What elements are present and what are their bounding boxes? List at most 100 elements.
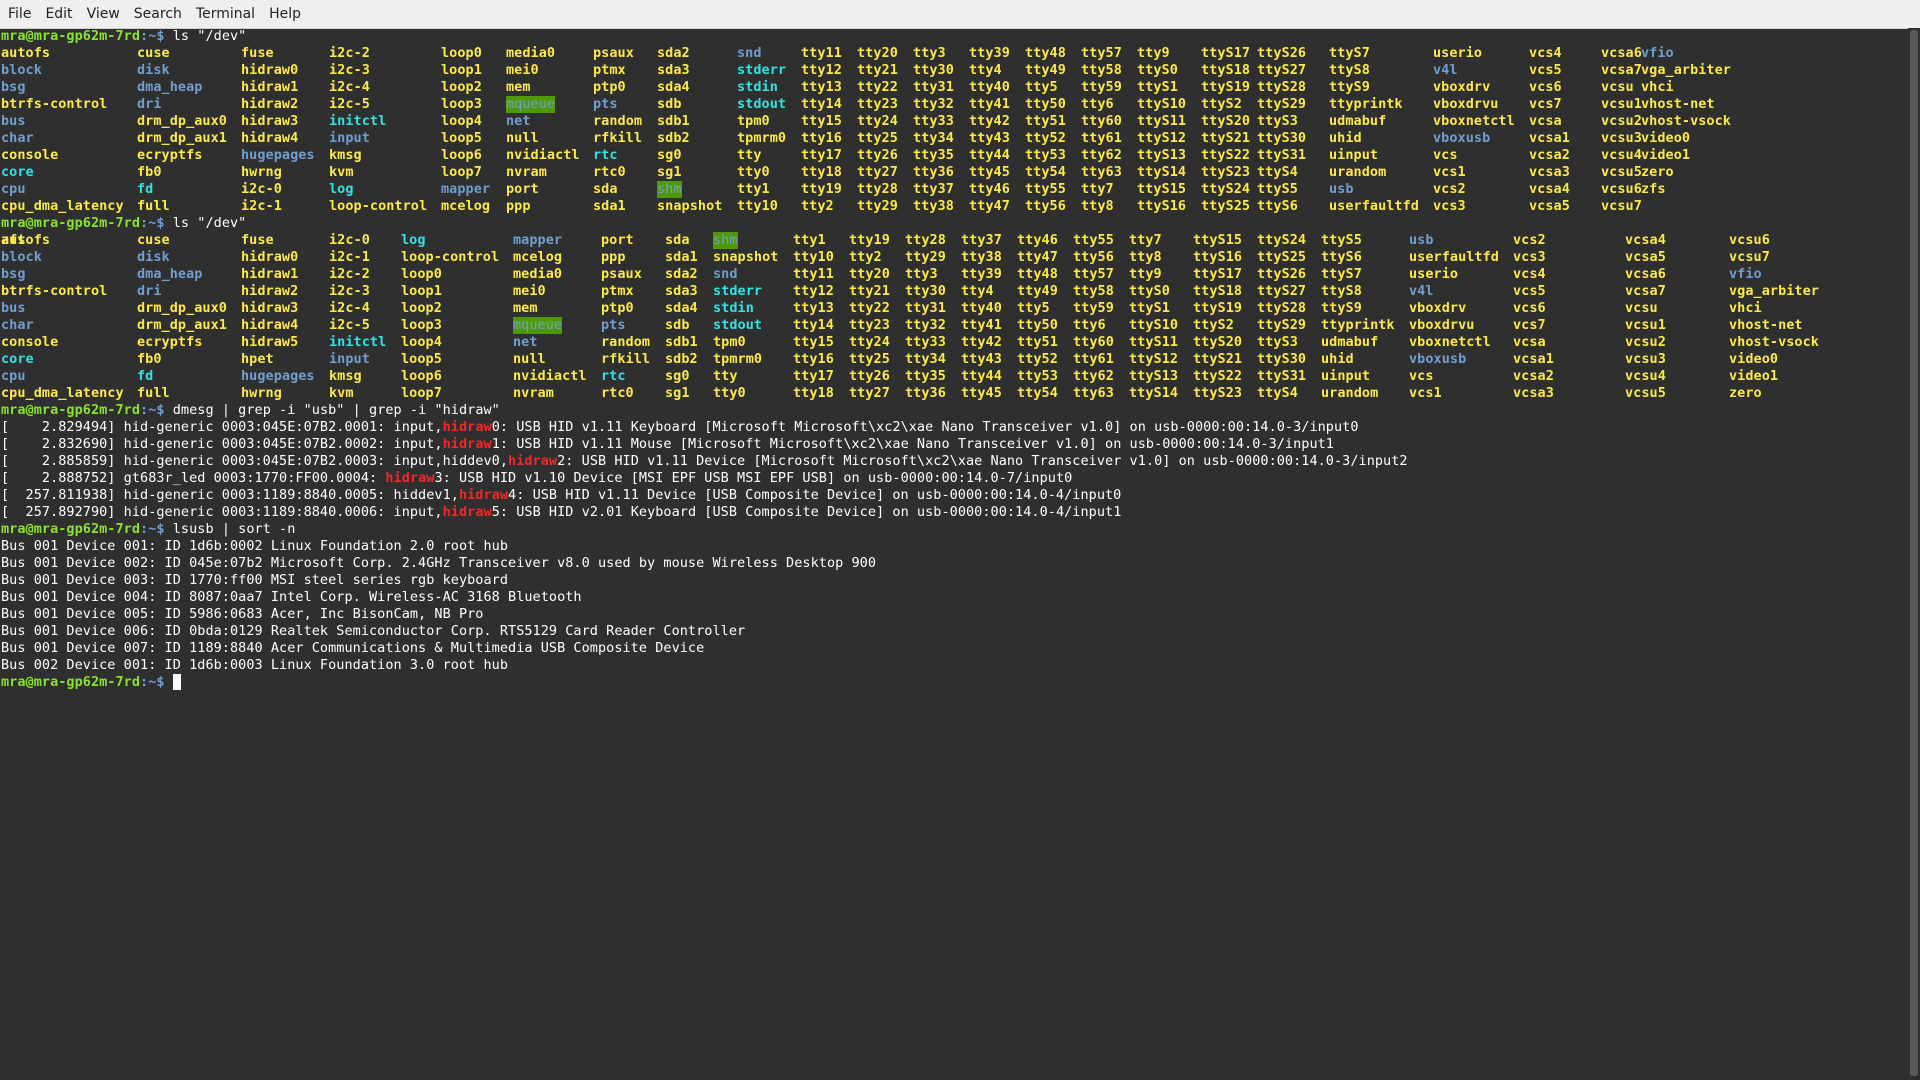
dev-entry: tty50	[1025, 96, 1066, 112]
dev-entry: tty16	[801, 130, 842, 146]
dev-entry: ptmx	[593, 62, 626, 78]
dev-entry: mqueue	[513, 317, 563, 334]
dev-entry: ttyS10	[1137, 96, 1187, 112]
dev-entry: vcs4	[1529, 45, 1562, 61]
dev-entry: sdb1	[665, 334, 698, 350]
dev-entry: i2c-1	[241, 198, 282, 214]
dev-entry: tty13	[801, 79, 842, 95]
dev-entry: dri	[137, 283, 162, 299]
dev-entry: vcs4	[1513, 266, 1546, 282]
terminal-output[interactable]: mra@mra-gp62m-7rd:~$ ls "/dev" autofs cus…	[1, 28, 1907, 1080]
dev-entry: tty41	[961, 317, 1002, 333]
prompt-line-active[interactable]: mra@mra-gp62m-7rd:~$	[1, 674, 1907, 691]
dev-entry: ttyS3	[1257, 113, 1298, 129]
dev-entry: urandom	[1321, 385, 1379, 401]
dev-entry: ttyS31	[1257, 147, 1307, 163]
dev-entry: char	[1, 130, 34, 146]
dev-entry: kvm	[329, 385, 354, 401]
dev-entry: ttyS5	[1321, 232, 1362, 248]
dev-entry: tty8	[1081, 198, 1114, 214]
dev-entry: tty	[713, 368, 738, 384]
dev-entry: ttyS19	[1201, 79, 1251, 95]
dev-entry: input	[329, 351, 370, 367]
dev-entry: ttyS9	[1321, 300, 1362, 316]
dev-entry: vcsa4	[1625, 232, 1666, 248]
dev-entry: vcsu7	[1729, 249, 1770, 265]
dev-entry: tty41	[969, 96, 1010, 112]
prompt-line: mra@mra-gp62m-7rd:~$ ls "/dev"	[1, 215, 1907, 232]
menu-edit[interactable]: Edit	[38, 0, 79, 28]
dev-entry: tty34	[905, 351, 946, 367]
dmesg-text: 2: USB HID v1.11 Device [Microsoft Micro…	[557, 453, 1408, 469]
dev-entry: ttyS9	[1329, 79, 1370, 95]
dev-entry: tty55	[1025, 181, 1066, 197]
dev-entry: i2c-5	[329, 317, 370, 333]
dev-entry: drm_dp_aux0	[137, 113, 227, 129]
dev-entry: tty53	[1025, 147, 1066, 163]
menu-file[interactable]: File	[1, 0, 38, 28]
dev-entry: ttyS18	[1193, 283, 1243, 299]
dev-entry: vcs1	[1409, 385, 1442, 401]
dev-entry: tty3	[913, 45, 946, 61]
dev-entry: tty5	[1025, 79, 1058, 95]
dev-entry: vcsa1	[1529, 130, 1570, 146]
dev-entry: tty28	[857, 181, 898, 197]
dev-entry: initctl	[329, 113, 387, 129]
dev-entry: bus	[1, 300, 26, 316]
dev-entry: vcsu6	[1601, 181, 1642, 197]
dev-entry: vhci	[1729, 300, 1762, 316]
dev-entry: cpu_dma_latency	[1, 198, 124, 214]
dev-entry: drm_dp_aux1	[137, 317, 227, 333]
dev-entry: tty17	[801, 147, 842, 163]
dev-entry: tty42	[969, 113, 1010, 129]
dev-entry: kmsg	[329, 147, 362, 163]
dev-entry: snapshot	[713, 249, 779, 265]
menu-help[interactable]: Help	[262, 0, 308, 28]
dev-entry: psaux	[593, 45, 634, 61]
dev-entry: vcs7	[1513, 317, 1546, 333]
dev-entry: loop0	[441, 45, 482, 61]
dev-entry: drm_dp_aux0	[137, 300, 227, 316]
dev-entry: userio	[1409, 266, 1459, 282]
dev-entry: vfio	[1641, 45, 1674, 61]
dev-entry: tty36	[913, 164, 954, 180]
dev-entry: ttyprintk	[1329, 96, 1403, 112]
dev-entry: sda1	[665, 249, 698, 265]
dev-entry: vcsu4	[1601, 147, 1642, 163]
dev-entry: udmabuf	[1321, 334, 1379, 350]
dev-entry: fd	[137, 181, 154, 197]
dev-entry: tty37	[961, 232, 1002, 248]
menu-search[interactable]: Search	[127, 0, 189, 28]
dev-entry: bsg	[1, 79, 26, 95]
dev-entry: vboxnetctl	[1409, 334, 1491, 350]
scrollbar-thumb[interactable]	[1910, 30, 1918, 1076]
dmesg-line: [ 2.829494] hid-generic 0003:045E:07B2.0…	[1, 419, 1907, 436]
dev-entry: tty39	[961, 266, 1002, 282]
dev-entry: ttyprintk	[1321, 317, 1395, 333]
dev-entry: sg1	[657, 164, 682, 180]
dev-entry: ttyS21	[1193, 351, 1243, 367]
dev-entry: fuse	[241, 45, 274, 61]
menu-terminal[interactable]: Terminal	[189, 0, 262, 28]
dev-entry: ttyS8	[1329, 62, 1370, 78]
menu-view[interactable]: View	[80, 0, 127, 28]
dev-entry: tty12	[793, 283, 834, 299]
ls-row: btrfs-control dri hidraw2 i2c-3 loop1 mei0 ptm…	[1, 283, 1907, 300]
dev-entry: net	[513, 334, 538, 350]
dev-entry: ttyS18	[1201, 62, 1251, 78]
dev-entry: log	[329, 181, 354, 197]
dev-entry: sg0	[665, 368, 690, 384]
dev-entry: ppp	[601, 249, 626, 265]
command-text: dmesg | grep -i "usb" | grep -i "hidraw"	[172, 402, 500, 418]
ls-row: core fb0 hwrng kvm loop7 nvram rtc0 sg1 tty0 tty1…	[1, 164, 1907, 181]
dev-entry: hidraw2	[241, 96, 299, 112]
dmesg-text: [ 257.892790] hid-generic 0003:1189:8840…	[1, 504, 443, 520]
dev-entry: ttyS22	[1193, 368, 1243, 384]
dev-entry: ttyS15	[1137, 181, 1187, 197]
dev-entry: tty27	[849, 385, 890, 401]
dev-entry: ttyS6	[1321, 249, 1362, 265]
dmesg-text: [ 257.811938] hid-generic 0003:1189:8840…	[1, 487, 459, 503]
terminal-scrollbar[interactable]	[1908, 28, 1920, 1080]
dev-entry: vcsa2	[1529, 147, 1570, 163]
dev-entry: shm	[657, 181, 682, 198]
